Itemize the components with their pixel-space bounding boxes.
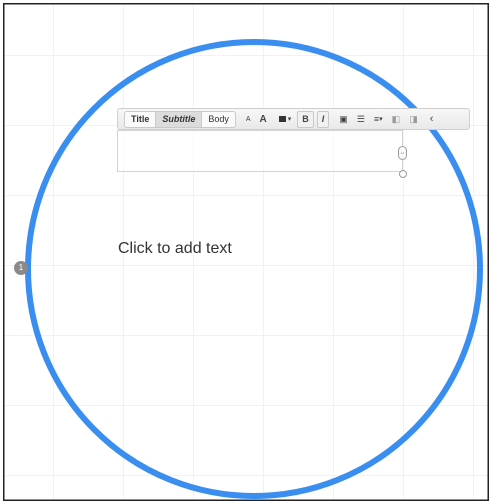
bold-button[interactable]: B <box>297 110 314 128</box>
click-to-add-text[interactable]: Click to add text <box>118 240 232 258</box>
anchor-handle[interactable] <box>399 170 407 178</box>
grid-canvas[interactable] <box>3 3 489 501</box>
italic-button[interactable]: I <box>316 110 330 128</box>
text-format-toolbar: Title Subtitle Body A A ▾ B I ▣ ☰ ≡ ▾ ◧ … <box>117 108 470 130</box>
collapse-toolbar-icon[interactable]: ‹ <box>427 112 437 127</box>
chevron-down-icon: ▾ <box>379 115 383 123</box>
chevron-down-icon: ▾ <box>287 115 292 123</box>
style-body-button[interactable]: Body <box>202 112 235 127</box>
font-smaller-button[interactable]: A <box>243 112 254 127</box>
list-icon[interactable]: ☰ <box>354 112 368 127</box>
style-subtitle-button[interactable]: Subtitle <box>155 111 203 127</box>
text-style-segmented: Title Subtitle Body <box>124 110 236 128</box>
color-swatch-icon <box>278 116 286 122</box>
text-color-button[interactable]: ▾ <box>276 112 295 127</box>
align-button[interactable]: ≡ ▾ <box>371 112 386 127</box>
editor-frame <box>0 0 490 502</box>
indent-more-icon[interactable]: ◨ <box>406 112 421 127</box>
text-box-icon[interactable]: ▣ <box>336 112 351 127</box>
connection-point[interactable]: 1 <box>14 261 28 275</box>
font-larger-button[interactable]: A <box>257 112 270 127</box>
resize-handle[interactable]: ↔ <box>398 146 407 160</box>
style-title-button[interactable]: Title <box>125 112 155 127</box>
indent-less-icon[interactable]: ◧ <box>389 112 404 127</box>
text-edit-box[interactable] <box>117 130 403 172</box>
